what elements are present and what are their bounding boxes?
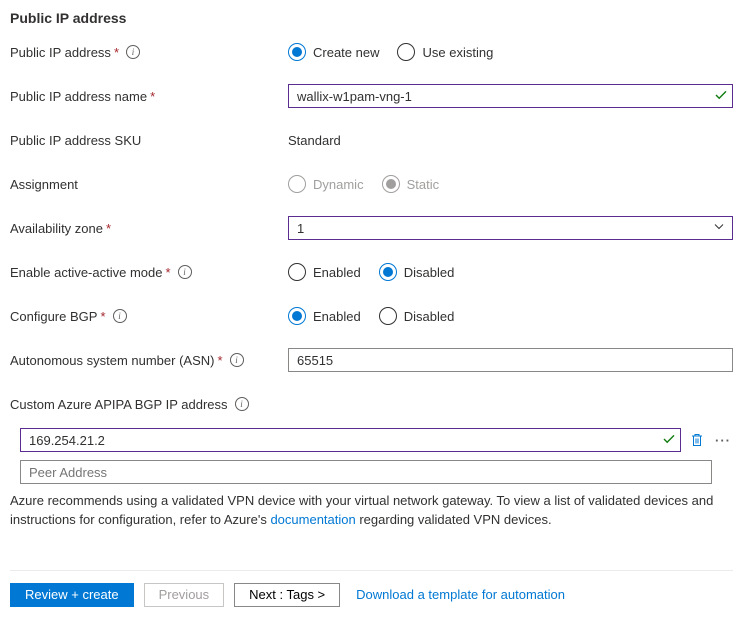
- label-configure-bgp: Configure BGP: [10, 309, 97, 324]
- label-asn: Autonomous system number (ASN): [10, 353, 214, 368]
- label-public-ip-name: Public IP address name: [10, 89, 147, 104]
- peer-address-input[interactable]: [20, 460, 712, 484]
- radio-icon: [288, 307, 306, 325]
- info-icon[interactable]: i: [235, 397, 249, 411]
- section-title: Public IP address: [10, 10, 733, 26]
- apipa-ip-input[interactable]: [20, 428, 681, 452]
- radio-aa-disabled[interactable]: Disabled: [379, 263, 455, 281]
- required-marker: *: [150, 89, 155, 104]
- label-public-ip: Public IP address: [10, 45, 111, 60]
- radio-label: Enabled: [313, 265, 361, 280]
- radio-icon: [382, 175, 400, 193]
- radio-label: Use existing: [422, 45, 493, 60]
- radio-label: Disabled: [404, 265, 455, 280]
- info-icon[interactable]: i: [178, 265, 192, 279]
- select-value: 1: [297, 221, 304, 236]
- radio-icon: [379, 263, 397, 281]
- radio-static: Static: [382, 175, 440, 193]
- radio-use-existing[interactable]: Use existing: [397, 43, 493, 61]
- radio-icon: [288, 43, 306, 61]
- bgp-radio-group: Enabled Disabled: [288, 307, 454, 325]
- radio-label: Create new: [313, 45, 379, 60]
- label-active-active: Enable active-active mode: [10, 265, 162, 280]
- required-marker: *: [106, 221, 111, 236]
- radio-icon: [288, 263, 306, 281]
- asn-input[interactable]: [288, 348, 733, 372]
- chevron-down-icon: [713, 221, 725, 236]
- radio-bgp-disabled[interactable]: Disabled: [379, 307, 455, 325]
- required-marker: *: [100, 309, 105, 324]
- delete-icon[interactable]: [687, 430, 707, 450]
- info-icon[interactable]: i: [113, 309, 127, 323]
- review-create-button[interactable]: Review + create: [10, 583, 134, 607]
- label-public-ip-sku: Public IP address SKU: [10, 133, 141, 148]
- download-template-link[interactable]: Download a template for automation: [356, 587, 565, 602]
- active-active-radio-group: Enabled Disabled: [288, 263, 454, 281]
- info-icon[interactable]: i: [126, 45, 140, 59]
- label-availability-zone: Availability zone: [10, 221, 103, 236]
- more-icon[interactable]: ···: [713, 430, 733, 450]
- radio-create-new[interactable]: Create new: [288, 43, 379, 61]
- info-icon[interactable]: i: [230, 353, 244, 367]
- required-marker: *: [114, 45, 119, 60]
- radio-label: Dynamic: [313, 177, 364, 192]
- radio-label: Static: [407, 177, 440, 192]
- radio-bgp-enabled[interactable]: Enabled: [288, 307, 361, 325]
- availability-zone-select[interactable]: 1: [288, 216, 733, 240]
- documentation-link[interactable]: documentation: [270, 512, 355, 527]
- radio-label: Disabled: [404, 309, 455, 324]
- required-marker: *: [165, 265, 170, 280]
- radio-icon: [288, 175, 306, 193]
- recommendation-note: Azure recommends using a validated VPN d…: [10, 492, 733, 530]
- public-ip-sku-value: Standard: [288, 133, 341, 148]
- required-marker: *: [217, 353, 222, 368]
- label-assignment: Assignment: [10, 177, 78, 192]
- previous-button: Previous: [144, 583, 225, 607]
- public-ip-name-input[interactable]: [288, 84, 733, 108]
- radio-icon: [379, 307, 397, 325]
- next-button[interactable]: Next : Tags >: [234, 583, 340, 607]
- radio-aa-enabled[interactable]: Enabled: [288, 263, 361, 281]
- radio-dynamic: Dynamic: [288, 175, 364, 193]
- radio-icon: [397, 43, 415, 61]
- footer-bar: Review + create Previous Next : Tags > D…: [10, 570, 733, 619]
- assignment-radio-group: Dynamic Static: [288, 175, 439, 193]
- label-apipa: Custom Azure APIPA BGP IP address: [10, 397, 228, 412]
- radio-label: Enabled: [313, 309, 361, 324]
- public-ip-radio-group: Create new Use existing: [288, 43, 493, 61]
